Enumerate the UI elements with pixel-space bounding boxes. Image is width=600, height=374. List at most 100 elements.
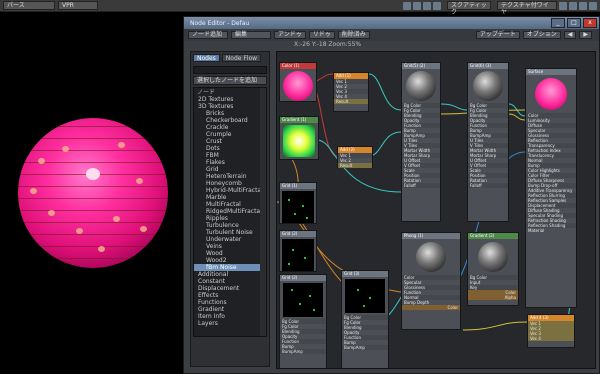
tree-item[interactable]: Wood2 xyxy=(194,257,266,264)
tree-item[interactable]: Item Info xyxy=(194,313,266,320)
node-title: Color (1) xyxy=(280,63,316,69)
node-preview xyxy=(282,239,314,271)
tree-item[interactable]: FBM xyxy=(194,152,266,159)
tree-item[interactable]: fBm Noise xyxy=(194,264,266,271)
collapse-left-icon[interactable]: ◀ xyxy=(563,31,577,39)
collapse-right-icon[interactable]: ▶ xyxy=(579,31,592,39)
node-color-1[interactable]: Color (1) xyxy=(279,62,317,102)
node-title: Grid (1) xyxy=(280,183,316,189)
delete-button[interactable]: 削除済み xyxy=(337,31,370,39)
node-grid-5[interactable]: Grid(5) (2) Bg Color Fg Color Blending Opac… xyxy=(401,62,441,222)
node-output-port[interactable]: Color xyxy=(402,305,460,310)
node-grid-2[interactable]: Grid (2) xyxy=(279,230,317,272)
rotate-view-icon-2[interactable] xyxy=(569,1,577,10)
maximize-view-icon-2[interactable] xyxy=(589,1,597,10)
tree-item[interactable]: 3D Textures xyxy=(194,103,266,110)
tree-item[interactable]: MultiFractal xyxy=(194,201,266,208)
zoom-view-icon[interactable] xyxy=(423,1,431,10)
tree-item[interactable]: Flakes xyxy=(194,159,266,166)
node-preview xyxy=(345,279,385,313)
update-button[interactable]: アップデート xyxy=(475,31,520,39)
maximize-button[interactable]: □ xyxy=(567,18,581,28)
node-title: Gradient (1) xyxy=(280,117,318,123)
tab-nodes[interactable]: Nodes xyxy=(193,54,220,62)
tree-item[interactable]: Veins xyxy=(194,243,266,250)
node-port[interactable]: Falloff xyxy=(402,183,440,188)
node-port[interactable]: BumpAmp xyxy=(342,345,388,350)
redo-button[interactable]: リドゥ xyxy=(308,31,335,39)
tree-item[interactable]: Constant xyxy=(194,278,266,285)
tree-item[interactable]: Displacement xyxy=(194,285,266,292)
node-gradient-1[interactable]: Gradient (1) xyxy=(279,116,319,160)
tree-item[interactable]: Turbulence xyxy=(194,222,266,229)
tree-item[interactable]: RidgedMultiFractal xyxy=(194,208,266,215)
node-gradient-2[interactable]: Gradient (2) Bg Color Input Key Color Alpha xyxy=(467,232,519,306)
node-title: Grid(6) (3) xyxy=(468,63,508,69)
textured-wire-select[interactable]: テクスチャ付ワイヤ xyxy=(497,1,557,16)
node-title: Grid (2) xyxy=(280,231,316,237)
node-grid-1[interactable]: Grid (1) xyxy=(279,182,317,224)
node-port[interactable]: Material xyxy=(526,228,576,233)
node-port[interactable]: BumpAmp xyxy=(280,349,326,354)
options-button[interactable]: オプション xyxy=(522,31,561,39)
node-grid-low-1[interactable]: Grid (2) Bg Color Fg Color Blending Opacity… xyxy=(279,274,327,368)
node-output-port[interactable]: Result xyxy=(338,163,372,168)
view-type-select[interactable]: パース xyxy=(3,1,55,10)
tree-item[interactable]: Gradient xyxy=(194,306,266,313)
tree-item[interactable]: Crumple xyxy=(194,131,266,138)
tree-item[interactable]: Ripples xyxy=(194,215,266,222)
node-output-port[interactable]: Result xyxy=(334,99,368,104)
schematic-select[interactable]: スクアティック xyxy=(447,1,491,16)
node-grid-6[interactable]: Grid(6) (3) Bg Color Fg Color Blending Opac… xyxy=(467,62,509,222)
tree-item[interactable]: Hybrid-MultiFractal xyxy=(194,187,266,194)
tree-item[interactable]: Turbulent Noise xyxy=(194,229,266,236)
edit-menu-button[interactable]: 編集 xyxy=(231,31,271,39)
add-node-button[interactable]: ノード追加 xyxy=(188,31,228,39)
tree-item[interactable]: Layers xyxy=(194,320,266,327)
close-button[interactable]: x xyxy=(583,18,597,28)
node-preview xyxy=(283,125,315,157)
tree-item[interactable]: Crackle xyxy=(194,124,266,131)
tree-item[interactable]: Wood xyxy=(194,250,266,257)
node-canvas[interactable]: Color (1) Gradient (1) Add (1) Vec 1 Vec… xyxy=(276,51,596,369)
node-add4-3[interactable]: Add 4 (3) Vec 1 Vec 2 Vec 3 Vec 4 xyxy=(527,314,575,348)
tab-node-flow[interactable]: Node Flow xyxy=(221,54,262,62)
window-titlebar[interactable]: Node Editor - Defau _ □ x xyxy=(184,17,599,29)
tree-item[interactable]: Crust xyxy=(194,138,266,145)
tree-item[interactable]: Checkerboard xyxy=(194,117,266,124)
node-surface[interactable]: Surface Color Luminosity Diffuse Specular Gl… xyxy=(525,68,577,308)
tree-item[interactable]: Underwater xyxy=(194,236,266,243)
move-view-icon[interactable] xyxy=(403,1,411,10)
rotate-view-icon[interactable] xyxy=(413,1,421,10)
viewport-toolbar: パース VPR スクアティック テクスチャ付ワイヤ xyxy=(0,0,600,16)
shading-select[interactable]: VPR xyxy=(58,1,98,10)
undo-button[interactable]: アンドゥ xyxy=(274,31,306,39)
node-add-2[interactable]: Add (2) Vec 1 Vec 2 Result xyxy=(337,146,373,168)
node-tree[interactable]: ノード 2D Textures 3D Textures Bricks Checkerb… xyxy=(193,87,267,337)
node-port[interactable]: Vec 4 xyxy=(528,336,574,341)
node-phong-1[interactable]: Phong (1) Color Specular Glossiness Functio… xyxy=(401,232,461,330)
node-output-port[interactable]: Alpha xyxy=(468,295,518,300)
tree-item[interactable]: HeteroTerrain xyxy=(194,173,266,180)
move-view-icon-2[interactable] xyxy=(559,1,567,10)
tree-item[interactable]: Marble xyxy=(194,194,266,201)
tree-item[interactable]: Dots xyxy=(194,145,266,152)
tree-item[interactable]: Functions xyxy=(194,299,266,306)
tree-item[interactable]: Additional xyxy=(194,271,266,278)
tree-item[interactable]: 2D Textures xyxy=(194,96,266,103)
add-selected-node-button[interactable]: 選択したノードを追加 xyxy=(193,76,267,85)
tree-item[interactable]: Bricks xyxy=(194,110,266,117)
tree-item[interactable]: Honeycomb xyxy=(194,180,266,187)
node-preview xyxy=(283,71,313,101)
minimize-button[interactable]: _ xyxy=(551,18,565,28)
tree-scrollbar[interactable] xyxy=(260,88,266,336)
zoom-view-icon-2[interactable] xyxy=(579,1,587,10)
node-grid-low-2[interactable]: Grid (3) Bg Color Fg Color Blending Opacity… xyxy=(341,270,389,368)
tree-item[interactable]: Effects xyxy=(194,292,266,299)
maximize-view-icon[interactable] xyxy=(433,1,441,10)
node-filter-input[interactable] xyxy=(193,66,267,74)
node-add-1[interactable]: Add (1) Vec 1 Vec 2 Vec 3 Vec 4 Result xyxy=(333,72,369,112)
node-list-panel: Nodes Node Flow 選択したノードを追加 ノード 2D Textur… xyxy=(190,51,270,367)
tree-item[interactable]: Grid xyxy=(194,166,266,173)
node-port[interactable]: Falloff xyxy=(468,183,508,188)
